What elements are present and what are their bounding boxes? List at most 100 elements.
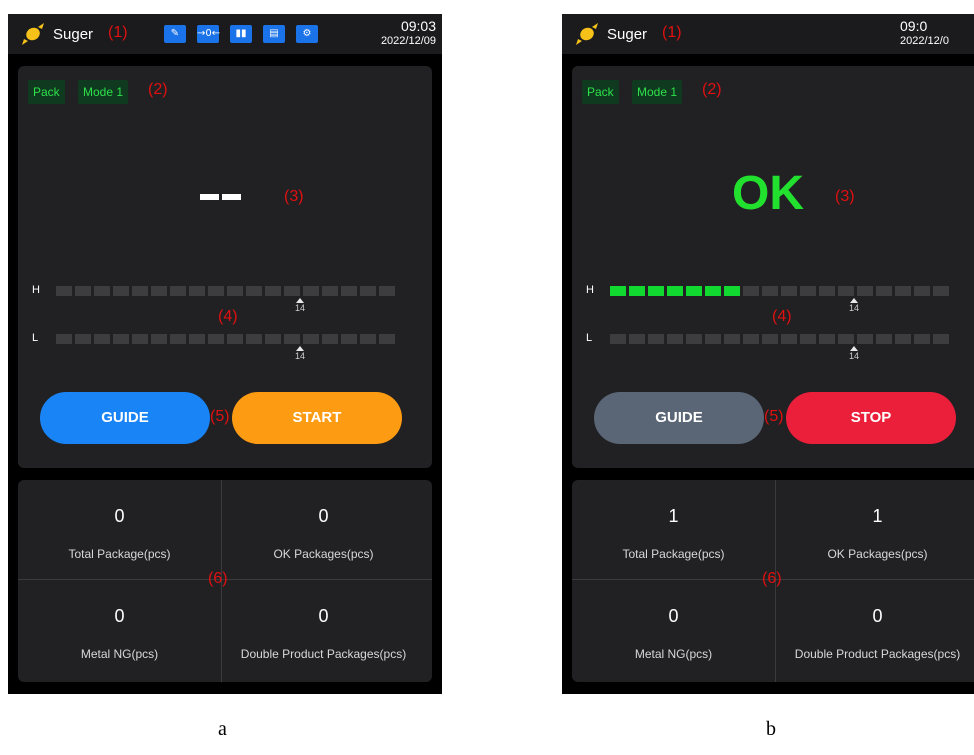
zero-tracking-icon[interactable]: →0←	[197, 25, 220, 43]
level-segment	[322, 334, 338, 344]
stat-metal-ng: 0 Metal NG(pcs)	[80, 606, 159, 661]
level-segment	[743, 334, 759, 344]
level-segment	[610, 334, 626, 344]
level-segment	[75, 334, 91, 344]
level-segment	[838, 286, 854, 296]
mode-chip[interactable]: Mode 1	[78, 80, 129, 104]
level-segment	[895, 334, 911, 344]
l-threshold-marker: 14	[290, 346, 310, 361]
annotation-2: (2)	[148, 81, 168, 98]
level-segment	[303, 334, 319, 344]
level-segment	[648, 334, 664, 344]
level-segment	[189, 286, 205, 296]
app-name: Suger	[607, 26, 648, 43]
mode-chip[interactable]: Mode 1	[632, 80, 683, 104]
level-segment	[686, 334, 702, 344]
level-segment	[56, 334, 72, 344]
level-segment	[132, 334, 148, 344]
clock-date: 2022/12/0	[900, 35, 949, 47]
level-segment	[629, 334, 645, 344]
pack-chip[interactable]: Pack	[28, 80, 65, 104]
gear-icon[interactable]: ⚙	[296, 25, 318, 43]
clock-time: 09:03	[400, 18, 436, 34]
level-segment	[724, 286, 740, 296]
h-label: H	[32, 284, 40, 296]
annotation-2: (2)	[702, 81, 722, 98]
candy-logo-icon	[576, 23, 598, 45]
level-segment	[379, 286, 395, 296]
pencil-icon[interactable]: ✎	[164, 25, 186, 43]
stat-metal-ng: 0 Metal NG(pcs)	[634, 606, 713, 661]
l-label: L	[32, 332, 39, 344]
level-segment	[322, 286, 338, 296]
level-segment	[341, 334, 357, 344]
bar-chart-icon[interactable]: ▮▮	[230, 25, 252, 43]
level-segment	[151, 334, 167, 344]
level-segment	[914, 286, 930, 296]
level-segment	[208, 334, 224, 344]
level-segment	[113, 334, 129, 344]
level-segment	[56, 286, 72, 296]
level-segment	[667, 334, 683, 344]
h-label: H	[586, 284, 594, 296]
level-segment	[113, 286, 129, 296]
level-segment	[781, 286, 797, 296]
level-segment	[857, 286, 873, 296]
level-segment	[819, 334, 835, 344]
level-segment	[265, 334, 281, 344]
clock-time: 09:0	[900, 18, 928, 34]
level-segment	[743, 286, 759, 296]
statistics-grid: 0 Total Package(pcs) 0 OK Packages(pcs) 0M…	[18, 480, 432, 682]
annotation-1: (1)	[108, 24, 128, 41]
l-label: L	[586, 332, 593, 344]
ok-status: OK	[732, 167, 804, 220]
app-name: Suger	[53, 26, 94, 43]
clock: 09:03 2022/12/09	[381, 18, 436, 48]
stop-button[interactable]: STOP	[786, 392, 956, 444]
level-segment	[819, 286, 835, 296]
level-segment	[876, 286, 892, 296]
level-segment	[781, 334, 797, 344]
level-segment	[705, 334, 721, 344]
level-segment	[648, 286, 664, 296]
guide-button[interactable]: GUIDE	[594, 392, 764, 444]
status-placeholder-dashes	[200, 194, 246, 208]
level-segment	[705, 286, 721, 296]
level-segment	[341, 286, 357, 296]
stat-double-product: 0 Double Product Packages(pcs)	[794, 606, 961, 661]
start-button[interactable]: START	[232, 392, 402, 444]
level-segment	[838, 334, 854, 344]
level-segment	[724, 334, 740, 344]
caption-b: b	[766, 718, 776, 740]
guide-button[interactable]: GUIDE	[40, 392, 210, 444]
annotation-1: (1)	[662, 24, 682, 41]
level-segment	[94, 286, 110, 296]
screen-a: Suger (1) ✎ →0← ▮▮ ▤ ⚙ 09:03 2022/12/09 …	[8, 14, 442, 694]
level-segment	[800, 334, 816, 344]
level-segment	[360, 286, 376, 296]
detection-card: Pack Mode 1 (2) OK (3) H 14 (4) L 14 GUI…	[572, 66, 974, 468]
level-segment	[284, 286, 300, 296]
top-bar: Suger (1) 09:0 2022/12/0	[562, 14, 974, 54]
level-segment	[610, 286, 626, 296]
level-segment	[629, 286, 645, 296]
level-segment	[265, 286, 281, 296]
level-segment	[360, 334, 376, 344]
annotation-6: (6)	[762, 570, 782, 587]
level-segment	[303, 286, 319, 296]
level-segment	[379, 334, 395, 344]
screen-b: Suger (1) 09:0 2022/12/0 Pack Mode 1 (2)…	[562, 14, 974, 694]
annotation-3: (3)	[835, 188, 855, 205]
level-segment	[933, 334, 949, 344]
level-segment	[151, 286, 167, 296]
level-segment	[895, 286, 911, 296]
level-segment	[227, 286, 243, 296]
stat-total-package: 1 Total Package(pcs)	[622, 506, 725, 561]
level-segment	[667, 286, 683, 296]
annotation-5: (5)	[210, 408, 230, 425]
level-segment	[94, 334, 110, 344]
report-icon[interactable]: ▤	[263, 25, 285, 43]
level-segment	[170, 286, 186, 296]
pack-chip[interactable]: Pack	[582, 80, 619, 104]
h-threshold-marker: 14	[290, 298, 310, 313]
